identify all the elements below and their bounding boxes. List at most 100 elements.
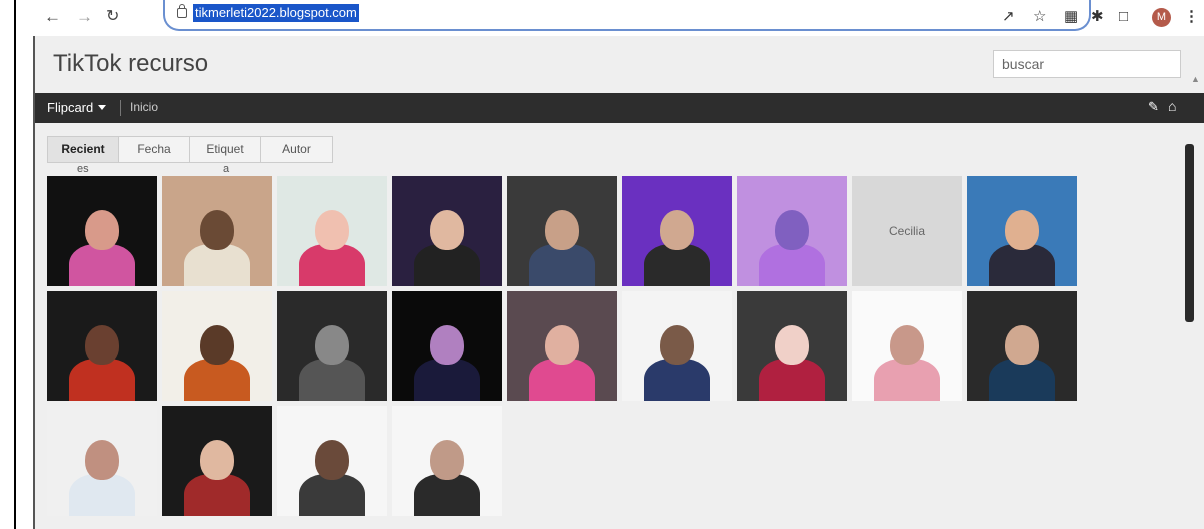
url-text[interactable]: tikmerleti2022.blogspot.com bbox=[193, 4, 359, 22]
post-thumbnail[interactable] bbox=[622, 176, 732, 286]
person-face bbox=[200, 325, 234, 365]
puzzle-icon[interactable]: ✱ bbox=[1091, 7, 1104, 27]
person-face bbox=[545, 325, 579, 365]
person-figure bbox=[989, 244, 1055, 286]
flipcard-label: Flipcard bbox=[47, 100, 94, 115]
person-face bbox=[1005, 210, 1039, 250]
post-thumbnail[interactable] bbox=[967, 176, 1077, 286]
thumbnail-caption: Cecilia bbox=[888, 224, 926, 238]
person-figure bbox=[69, 244, 135, 286]
person-figure bbox=[759, 244, 825, 286]
forward-icon[interactable]: → bbox=[76, 6, 93, 28]
person-face bbox=[85, 210, 119, 250]
profile-avatar[interactable]: M bbox=[1152, 8, 1171, 27]
person-figure bbox=[299, 359, 365, 401]
sidepanel-icon[interactable]: □ bbox=[1119, 7, 1128, 27]
person-figure bbox=[299, 474, 365, 516]
person-face bbox=[85, 325, 119, 365]
person-figure bbox=[184, 474, 250, 516]
search-input[interactable] bbox=[993, 50, 1181, 78]
post-thumbnail[interactable] bbox=[392, 176, 502, 286]
person-figure bbox=[529, 244, 595, 286]
person-figure bbox=[69, 359, 135, 401]
view-tabs: Recient Fecha Etiquet Autor bbox=[47, 136, 333, 163]
blog-navbar: Flipcard Inicio ✎ ⌂ bbox=[35, 93, 1204, 123]
blog-title[interactable]: TikTok recurso bbox=[53, 50, 208, 78]
caret-down-icon bbox=[98, 105, 107, 110]
tab-autor[interactable]: Autor bbox=[261, 137, 332, 162]
nav-link-inicio[interactable]: Inicio bbox=[130, 100, 158, 114]
star-icon[interactable]: ☆ bbox=[1033, 7, 1046, 27]
post-thumbnail[interactable]: Cecilia bbox=[852, 176, 962, 286]
post-thumbnail[interactable] bbox=[277, 176, 387, 286]
person-face bbox=[430, 440, 464, 480]
person-figure bbox=[644, 244, 710, 286]
person-face bbox=[545, 210, 579, 250]
left-border bbox=[14, 0, 16, 529]
post-thumbnail[interactable] bbox=[967, 291, 1077, 401]
person-face bbox=[85, 440, 119, 480]
lock-icon[interactable] bbox=[177, 4, 187, 18]
tab-recientes[interactable]: Recient bbox=[48, 137, 119, 162]
person-figure bbox=[414, 244, 480, 286]
post-thumbnail[interactable] bbox=[392, 291, 502, 401]
person-face bbox=[200, 210, 234, 250]
post-thumbnail[interactable] bbox=[162, 406, 272, 516]
blog-page: TikTok recurso ▲ Flipcard Inicio ✎ ⌂ Rec… bbox=[35, 36, 1204, 529]
post-thumbnail[interactable] bbox=[47, 406, 157, 516]
person-figure bbox=[414, 474, 480, 516]
post-thumbnail[interactable] bbox=[277, 406, 387, 516]
tab-fecha[interactable]: Fecha bbox=[119, 137, 190, 162]
share-icon[interactable]: ↗ bbox=[1002, 7, 1015, 27]
person-face bbox=[200, 440, 234, 480]
scrollbar-thumb[interactable] bbox=[1185, 144, 1194, 322]
person-face bbox=[315, 210, 349, 250]
person-figure bbox=[69, 474, 135, 516]
post-thumbnail[interactable] bbox=[507, 176, 617, 286]
back-icon[interactable]: ← bbox=[44, 6, 61, 28]
menu-icon[interactable]: ⋮ bbox=[1184, 7, 1199, 27]
tab-label-overflow: es bbox=[77, 163, 89, 175]
person-figure bbox=[184, 244, 250, 286]
address-bar[interactable]: tikmerleti2022.blogspot.com bbox=[163, 0, 1091, 31]
person-face bbox=[315, 325, 349, 365]
tab-etiqueta[interactable]: Etiquet bbox=[190, 137, 261, 162]
post-thumbnail[interactable] bbox=[47, 176, 157, 286]
post-thumbnail[interactable] bbox=[737, 176, 847, 286]
person-face bbox=[430, 325, 464, 365]
person-face bbox=[660, 210, 694, 250]
person-face bbox=[775, 325, 809, 365]
person-figure bbox=[759, 359, 825, 401]
person-figure bbox=[874, 359, 940, 401]
pencil-icon[interactable]: ✎ bbox=[1148, 99, 1159, 115]
home-icon[interactable]: ⌂ bbox=[1168, 98, 1176, 114]
person-figure bbox=[529, 359, 595, 401]
browser-toolbar: ← → ↻ tikmerleti2022.blogspot.com ↗ ☆ ▦ … bbox=[34, 0, 1204, 36]
post-thumbnail[interactable] bbox=[277, 291, 387, 401]
post-thumbnail[interactable] bbox=[507, 291, 617, 401]
flipcard-dropdown[interactable]: Flipcard bbox=[47, 100, 107, 115]
scroll-up-icon[interactable]: ▲ bbox=[1191, 74, 1200, 84]
tab-label-overflow: a bbox=[223, 163, 230, 175]
person-figure bbox=[299, 244, 365, 286]
person-figure bbox=[989, 359, 1055, 401]
post-thumbnail[interactable] bbox=[622, 291, 732, 401]
person-figure bbox=[644, 359, 710, 401]
navbar-divider bbox=[120, 100, 121, 116]
person-figure bbox=[184, 359, 250, 401]
person-figure bbox=[414, 359, 480, 401]
post-thumbnail[interactable] bbox=[47, 291, 157, 401]
reload-icon[interactable]: ↻ bbox=[106, 6, 119, 28]
person-face bbox=[1005, 325, 1039, 365]
post-thumbnail[interactable] bbox=[392, 406, 502, 516]
post-thumbnail[interactable] bbox=[852, 291, 962, 401]
extension-icon[interactable]: ▦ bbox=[1064, 7, 1078, 27]
person-face bbox=[430, 210, 464, 250]
person-face bbox=[890, 325, 924, 365]
post-thumbnail[interactable] bbox=[162, 176, 272, 286]
post-thumbnail[interactable] bbox=[737, 291, 847, 401]
person-face bbox=[315, 440, 349, 480]
person-face bbox=[775, 210, 809, 250]
post-thumbnail[interactable] bbox=[162, 291, 272, 401]
person-face bbox=[660, 325, 694, 365]
